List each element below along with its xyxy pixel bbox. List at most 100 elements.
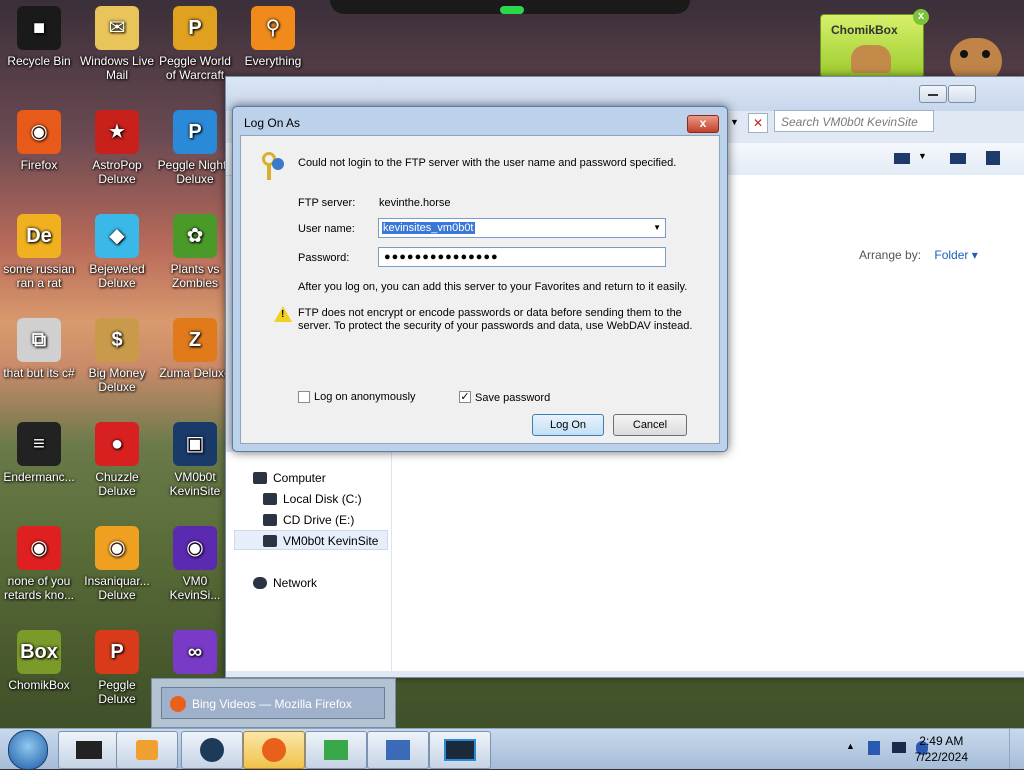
show-desktop-button[interactable]	[1009, 729, 1024, 769]
desktop-icon-image: ⚲	[251, 6, 295, 50]
minimize-button[interactable]	[919, 85, 947, 103]
tray-app-icon[interactable]	[868, 741, 880, 755]
desktop-icon[interactable]: ▣ VM0b0t KevinSite	[156, 422, 234, 498]
desktop-icon[interactable]: ≡ Endermanc...	[0, 422, 78, 484]
search-input[interactable]: Search VM0b0t KevinSite	[774, 110, 934, 132]
desktop-icon-label: AstroPop Deluxe	[92, 158, 142, 186]
desktop-icon[interactable]: ✉ Windows Live Mail	[78, 6, 156, 82]
desktop-icon[interactable]: ⚲ Everything	[234, 6, 312, 68]
view-options-icon[interactable]	[894, 153, 910, 164]
nav-item-network[interactable]: Network	[253, 573, 317, 593]
desktop-icon-image: ◆	[95, 214, 139, 258]
anonymous-checkbox[interactable]	[298, 391, 310, 403]
taskbar-thumbnail-preview[interactable]: Bing Videos — Mozilla Firefox	[151, 678, 396, 728]
desktop-icon[interactable]: $ Big Money Deluxe	[78, 318, 156, 394]
desktop-icon[interactable]: ◉ VM0 KevinSi...	[156, 526, 234, 602]
ftp-server-value: kevinthe.horse	[379, 197, 451, 209]
desktop-icon[interactable]: ◉ Firefox	[0, 110, 78, 172]
username-dropdown-icon[interactable]: ▼	[653, 223, 661, 232]
desktop-icon-label: none of you retards kno...	[3, 574, 75, 602]
computer-icon	[253, 472, 267, 484]
start-button[interactable]	[8, 730, 48, 770]
desktop-icon[interactable]: P Peggle Deluxe	[78, 630, 156, 706]
username-value[interactable]: kevinsites_vm0b0t	[382, 222, 475, 234]
chomikbox-gadget[interactable]: ChomikBox x	[820, 9, 929, 78]
logon-dialog[interactable]: Log On As x Could not login to the FTP s…	[232, 106, 728, 452]
taskbar-app-photo[interactable]	[305, 731, 367, 769]
tray-network-icon[interactable]	[892, 742, 906, 753]
nav-label: VM0b0t KevinSite	[283, 534, 379, 548]
cancel-button[interactable]: Cancel	[613, 414, 687, 436]
desktop-icon-image: P	[173, 6, 217, 50]
desktop-icon[interactable]: ■ Recycle Bin	[0, 6, 78, 68]
logon-button[interactable]: Log On	[532, 414, 604, 436]
nav-label: Local Disk (C:)	[283, 492, 362, 506]
desktop-icon-label: Chuzzle Deluxe	[95, 470, 139, 498]
desktop-icon[interactable]: De some russian ran a rat	[0, 214, 78, 290]
desktop-icon[interactable]: ● Chuzzle Deluxe	[78, 422, 156, 498]
desktop-icon-image: Z	[173, 318, 217, 362]
desktop-icon-image: Box	[17, 630, 61, 674]
password-field[interactable]: ●●●●●●●●●●●●●●●	[378, 247, 666, 267]
clock-date: 7/22/2024	[914, 750, 968, 764]
network-icon	[253, 577, 267, 589]
desktop-icon-label: VM0b0t KevinSite	[169, 470, 221, 498]
desktop-icon[interactable]: P Peggle World of Warcraft	[156, 6, 234, 82]
save-password-checkbox[interactable]: ✓	[459, 391, 471, 403]
dropdown-arrow-icon[interactable]: ▼	[730, 113, 744, 131]
app-box-icon	[76, 741, 102, 759]
dialog-close-button[interactable]: x	[687, 115, 719, 133]
nav-item-local-disk[interactable]: Local Disk (C:)	[263, 489, 362, 509]
disk-icon	[263, 493, 277, 505]
desktop-icon[interactable]: ∞	[156, 630, 234, 678]
address-bar-controls[interactable]: ▼ ✕	[730, 111, 770, 133]
anonymous-label[interactable]: Log on anonymously	[314, 391, 416, 403]
desktop-icon[interactable]: ◆ Bejeweled Deluxe	[78, 214, 156, 290]
taskbar-app-globe[interactable]	[181, 731, 243, 769]
preview-label: Bing Videos — Mozilla Firefox	[192, 697, 352, 711]
clock[interactable]: 2:49 AM 7/22/2024	[915, 733, 968, 765]
desktop-icon-label: some russian ran a rat	[3, 262, 75, 290]
preview-item[interactable]: Bing Videos — Mozilla Firefox	[161, 687, 385, 719]
desktop-icon-image: ✉	[95, 6, 139, 50]
desktop-icon-label: Recycle Bin	[7, 54, 71, 68]
nav-item-cd-drive[interactable]: CD Drive (E:)	[263, 510, 354, 530]
username-label: User name:	[298, 223, 355, 235]
arrange-by[interactable]: Arrange by: Folder ▾	[859, 248, 978, 262]
taskbar-media-player[interactable]	[116, 731, 178, 769]
desktop-icon-label: ChomikBox	[8, 678, 70, 692]
desktop-icon[interactable]: Z Zuma Deluxe	[156, 318, 234, 380]
desktop-icon[interactable]: ✿ Plants vs Zombies	[156, 214, 234, 290]
desktop-icon[interactable]: ★ AstroPop Deluxe	[78, 110, 156, 186]
navigation-pane: Computer Local Disk (C:) CD Drive (E:) V…	[226, 452, 392, 671]
desktop-icon[interactable]: Box ChomikBox	[0, 630, 78, 692]
chomikbox-close-icon[interactable]: x	[913, 9, 929, 25]
taskbar-app-1[interactable]	[58, 731, 120, 769]
taskbar-firefox[interactable]	[243, 731, 305, 769]
username-combobox[interactable]: kevinsites_vm0b0t ▼	[378, 218, 666, 238]
save-password-label[interactable]: Save password	[475, 392, 550, 404]
desktop-icon[interactable]: ◉ Insaniquar... Deluxe	[78, 526, 156, 602]
arrange-by-value[interactable]: Folder ▾	[934, 248, 977, 262]
firefox-icon	[262, 738, 286, 762]
nav-item-ftp-site[interactable]: VM0b0t KevinSite	[234, 530, 388, 550]
taskbar-app-computer[interactable]	[367, 731, 429, 769]
desktop-icon[interactable]: ⧉ that but its c#	[0, 318, 78, 380]
photo-app-icon	[324, 740, 348, 760]
maximize-button[interactable]	[948, 85, 976, 103]
desktop-icon-label: Plants vs Zombies	[170, 262, 220, 290]
taskbar-app-window[interactable]	[429, 731, 491, 769]
desktop-icon[interactable]: P Peggle Nights Deluxe	[156, 110, 234, 186]
desktop-icon[interactable]: ◉ none of you retards kno...	[0, 526, 78, 602]
view-dropdown-icon[interactable]: ▼	[918, 151, 927, 161]
cd-drive-icon	[263, 514, 277, 526]
nav-item-computer[interactable]: Computer	[253, 468, 326, 488]
stop-icon[interactable]: ✕	[748, 113, 768, 133]
show-hidden-icons-icon[interactable]: ▲	[846, 741, 855, 751]
desktop-icon-image: ◉	[17, 110, 61, 154]
help-icon[interactable]	[986, 151, 1000, 165]
preview-pane-icon[interactable]	[950, 153, 966, 164]
nav-label: Computer	[273, 471, 326, 485]
clock-time: 2:49 AM	[919, 734, 964, 748]
error-message: Could not login to the FTP server with t…	[298, 157, 677, 169]
